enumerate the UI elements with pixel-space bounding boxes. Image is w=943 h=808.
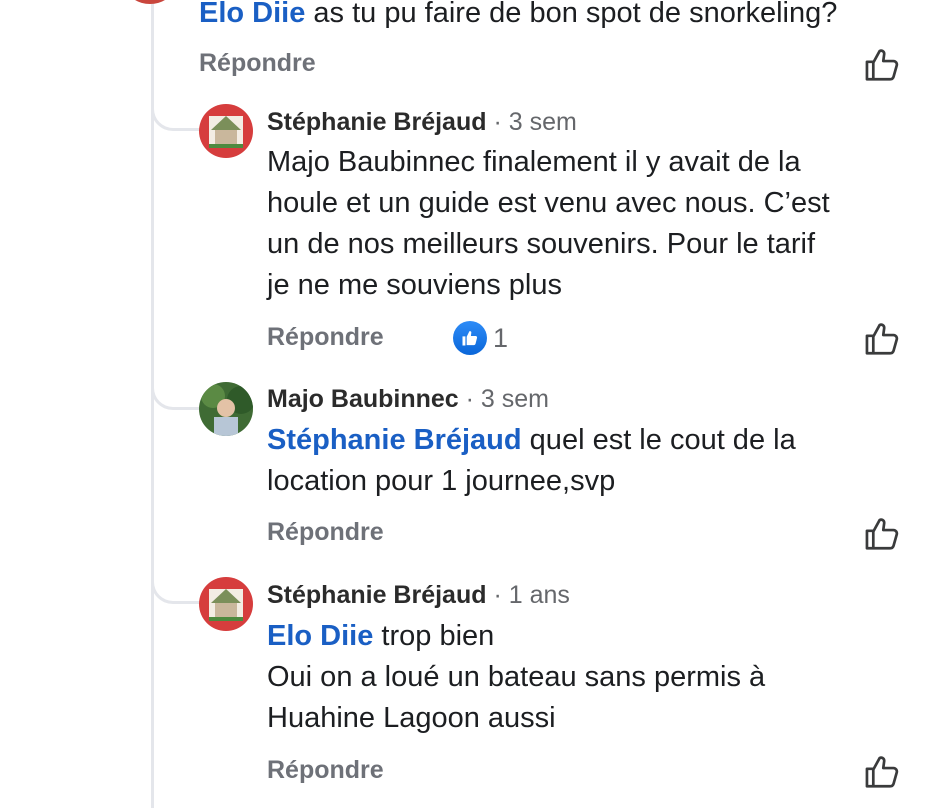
comment-header: Stéphanie Bréjaud · 1 ans: [267, 579, 570, 611]
comment-line: je ne me souviens plus: [267, 269, 562, 301]
comment-line: Majo Baubinnec finalement il y avait de …: [267, 146, 801, 178]
thread-line: [151, 0, 154, 808]
thumbs-up-outline-icon[interactable]: [863, 753, 901, 791]
reaction-count: 1: [493, 322, 509, 353]
author-name[interactable]: Majo Baubinnec: [267, 385, 459, 413]
comment-line: Huahine Lagoon aussi: [267, 702, 556, 734]
mention-link[interactable]: Elo Diie: [267, 620, 373, 652]
thumbs-up-outline-icon[interactable]: [863, 46, 901, 84]
comment-line: location pour 1 journee,svp: [267, 465, 616, 497]
thread-branch: [151, 101, 199, 131]
thread-branch: [151, 380, 199, 410]
comment-header: Stéphanie Bréjaud · 3 sem: [267, 106, 577, 138]
thread-branch: [151, 574, 199, 604]
top-commenter-avatar[interactable]: [128, 0, 172, 4]
comment-line: Stéphanie Bréjaud quel est le cout de la: [267, 424, 796, 456]
comment-line: Oui on a loué un bateau sans permis à: [267, 661, 766, 693]
timestamp[interactable]: · 1 ans: [487, 581, 569, 609]
comment-line: un de nos meilleurs souvenirs. Pour le t…: [267, 228, 816, 260]
thumbs-up-outline-icon[interactable]: [863, 320, 901, 358]
mention-link[interactable]: Stéphanie Bréjaud: [267, 424, 522, 456]
comment-line: Elo Diie trop bien: [267, 620, 495, 652]
thumbs-up-outline-icon[interactable]: [863, 515, 901, 553]
avatar[interactable]: [199, 382, 253, 436]
timestamp[interactable]: · 3 sem: [459, 385, 549, 413]
avatar[interactable]: [199, 104, 253, 158]
timestamp[interactable]: · 3 sem: [487, 108, 576, 136]
mention-link[interactable]: Elo Diie: [199, 0, 305, 29]
reply-button[interactable]: Répondre: [267, 756, 384, 785]
reply-button[interactable]: Répondre: [267, 518, 384, 547]
top-comment-text: Elo Diie as tu pu faire de bon spot de s…: [199, 0, 837, 34]
like-reaction-icon: [453, 321, 487, 355]
author-name[interactable]: Stéphanie Bréjaud: [267, 108, 487, 136]
avatar[interactable]: [199, 577, 253, 631]
author-name[interactable]: Stéphanie Bréjaud: [267, 581, 487, 609]
comment-line: houle et un guide est venu avec nous. C’…: [267, 187, 830, 219]
reaction-summary[interactable]: 1: [453, 321, 508, 355]
reply-button[interactable]: Répondre: [199, 49, 316, 78]
comment-header: Majo Baubinnec · 3 sem: [267, 383, 549, 415]
reply-button[interactable]: Répondre: [267, 323, 384, 352]
